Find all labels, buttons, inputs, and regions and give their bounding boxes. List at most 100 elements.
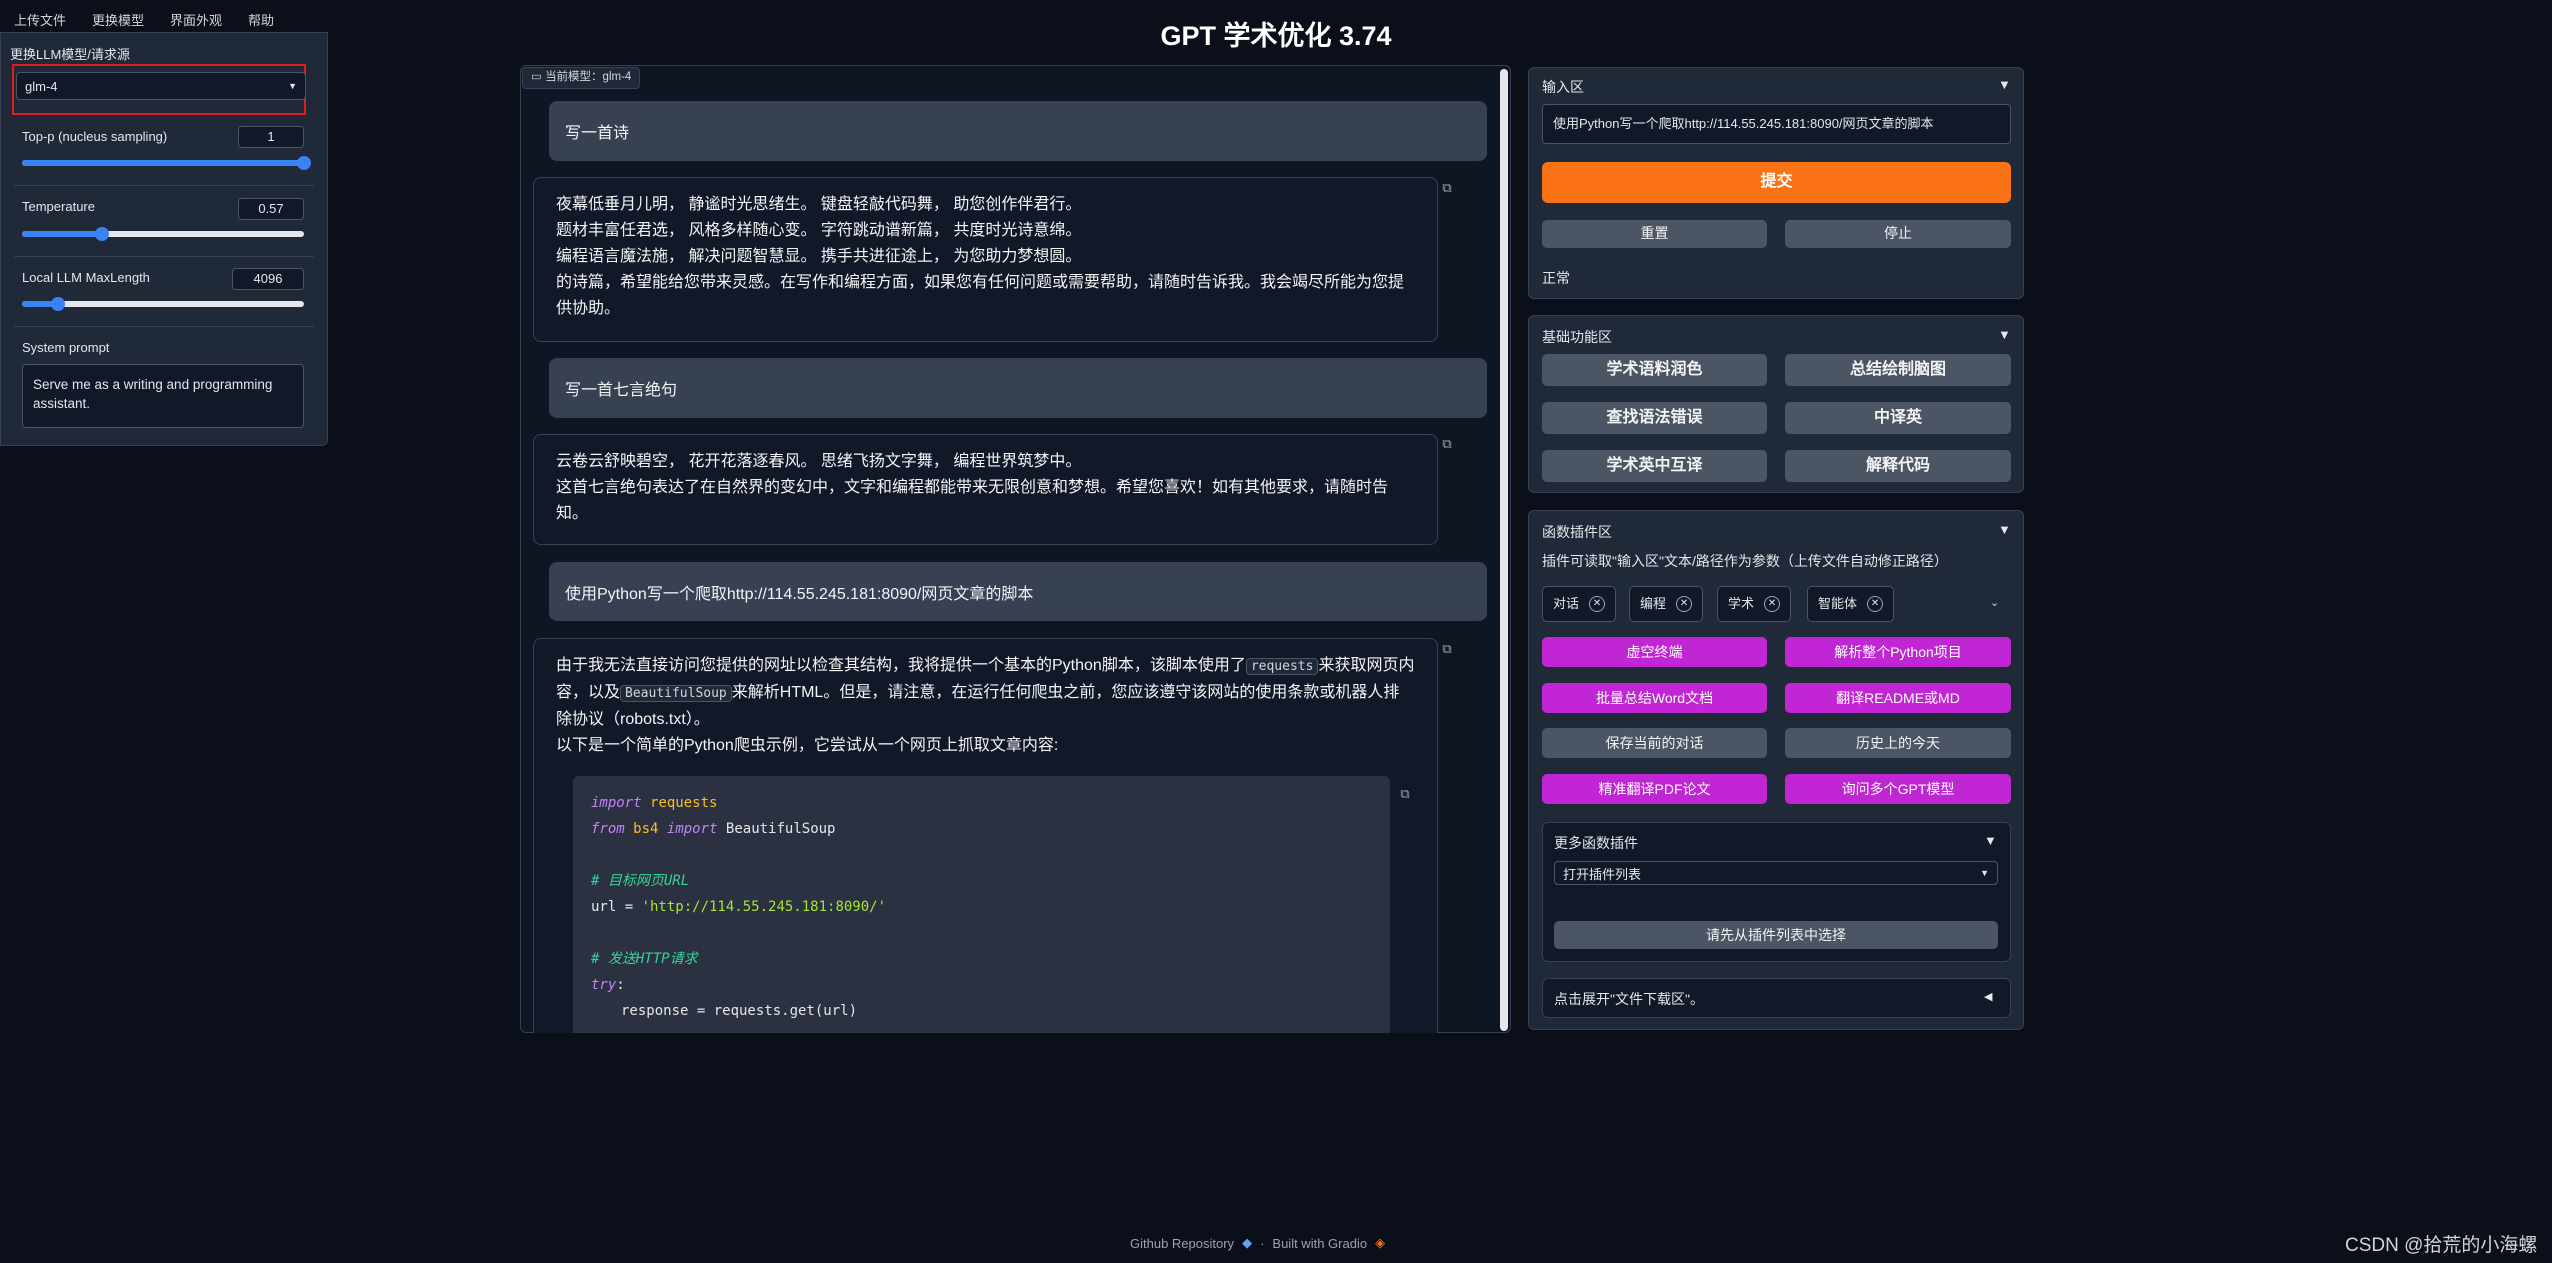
- plugin-button-readme[interactable]: 翻译README或MD: [1785, 683, 2011, 713]
- gradio-link[interactable]: Built with Gradio: [1272, 1236, 1367, 1251]
- download-area-label: 点击展开"文件下载区"。: [1554, 991, 1704, 1007]
- slider-thumb[interactable]: [297, 156, 311, 170]
- input-panel-title: 输入区: [1542, 79, 1584, 95]
- close-icon[interactable]: ✕: [1764, 596, 1781, 612]
- footer-separator: ·: [1260, 1235, 1265, 1251]
- bot-message: 云卷云舒映碧空， 花开花落逐春风。 思绪飞扬文字舞， 编程世界筑梦中。 这首七言…: [533, 434, 1438, 545]
- temperature-slider[interactable]: [22, 227, 304, 241]
- copy-icon[interactable]: ⧉: [1440, 642, 1454, 656]
- top-p-input[interactable]: 1: [238, 126, 304, 148]
- code-line: response = requests.get(url): [621, 1003, 858, 1019]
- bot-message-line: 题材丰富任君选， 风格多样随心变。 字符跳动谱新篇， 共度时光诗意绵。: [556, 222, 1082, 239]
- copy-icon[interactable]: ⧉: [1440, 181, 1454, 195]
- close-icon[interactable]: ✕: [1676, 596, 1693, 612]
- plugin-chip[interactable]: 编程 ✕: [1629, 586, 1704, 622]
- code-keyword: import: [666, 821, 718, 837]
- close-icon[interactable]: ✕: [1589, 596, 1606, 612]
- func-button-polish[interactable]: 学术语料润色: [1542, 354, 1767, 386]
- plugin-chip[interactable]: 智能体 ✕: [1807, 586, 1895, 622]
- menu-upload[interactable]: 上传文件: [14, 10, 66, 29]
- more-plugins-title: 更多函数插件: [1554, 835, 1638, 851]
- code-block: import requests from bs4 import Beautifu…: [573, 776, 1390, 1058]
- chevron-down-icon[interactable]: ⌄: [1990, 596, 1999, 609]
- top-p-slider[interactable]: [22, 156, 311, 170]
- choose-plugin-button[interactable]: 请先从插件列表中选择: [1554, 921, 1998, 949]
- submit-button[interactable]: 提交: [1542, 162, 2011, 203]
- func-button-academic-translate[interactable]: 学术英中互译: [1542, 450, 1767, 482]
- divider: [14, 256, 314, 257]
- bot-text: 由于我无法直接访问您提供的网址以检查其结构，我将提供一个基本的Python脚本，…: [556, 657, 1246, 674]
- plugin-list-value: 打开插件列表: [1563, 866, 1642, 882]
- code-text: BeautifulSoup: [725, 821, 836, 837]
- status-text: 正常: [1542, 270, 1570, 286]
- chip-label: 编程: [1640, 596, 1667, 611]
- chat-clip: [520, 1033, 1511, 1073]
- caret-down-icon: ▼: [288, 81, 297, 91]
- bot-message-line: 夜幕低垂月儿明， 静谧时光思绪生。 键盘轻敲代码舞， 助您创作伴君行。: [556, 196, 1082, 213]
- code-keyword: import: [591, 795, 642, 811]
- bot-message-paragraph: 以下是一个简单的Python爬虫示例，它尝试从一个网页上抓取文章内容:: [556, 737, 1059, 754]
- maxlength-input[interactable]: 4096: [232, 268, 304, 290]
- chip-label: 对话: [1553, 596, 1580, 611]
- collapse-icon[interactable]: ▼: [1984, 833, 1997, 848]
- code-line: import requests: [591, 790, 1372, 816]
- code-comment: # 发送HTTP请求: [591, 951, 698, 967]
- gradio-logo-icon: ◈: [1375, 1235, 1386, 1250]
- copy-icon[interactable]: ⧉: [1398, 787, 1412, 801]
- inline-code: BeautifulSoup: [620, 685, 732, 702]
- code-module: requests: [650, 795, 718, 811]
- func-button-mindmap[interactable]: 总结绘制脑图: [1785, 354, 2011, 386]
- model-select[interactable]: glm-4 ▼: [16, 72, 306, 100]
- github-link[interactable]: Github Repository: [1130, 1236, 1234, 1251]
- stop-button[interactable]: 停止: [1785, 220, 2011, 248]
- plugin-button-python-project[interactable]: 解析整个Python项目: [1785, 637, 2011, 667]
- divider: [14, 326, 314, 327]
- prompt-input[interactable]: 使用Python写一个爬取http://114.55.245.181:8090/…: [1542, 104, 2011, 144]
- github-icon: ◆: [1242, 1235, 1253, 1250]
- plugin-button-multi-gpt[interactable]: 询问多个GPT模型: [1785, 774, 2011, 804]
- collapse-icon[interactable]: ▼: [1998, 522, 2011, 537]
- bot-message-paragraph: 由于我无法直接访问您提供的网址以检查其结构，我将提供一个基本的Python脚本，…: [556, 653, 1415, 733]
- slider-thumb[interactable]: [51, 297, 66, 311]
- user-message: 写一首诗: [549, 101, 1487, 161]
- caret-down-icon: ▼: [1980, 868, 1989, 878]
- plugin-button-word-summary[interactable]: 批量总结Word文档: [1542, 683, 1767, 713]
- maxlength-slider[interactable]: [22, 297, 304, 311]
- menu-appearance[interactable]: 界面外观: [170, 10, 222, 29]
- plugin-button-save-chat[interactable]: 保存当前的对话: [1542, 728, 1767, 758]
- code-string: 'http://114.55.245.181:8090/': [641, 899, 887, 915]
- basic-functions-title: 基础功能区: [1542, 329, 1612, 345]
- system-prompt-input[interactable]: Serve me as a writing and programming as…: [22, 364, 304, 428]
- menu-change-model[interactable]: 更换模型: [92, 10, 144, 29]
- bot-message-line: 编程语言魔法施， 解决问题智慧显。 携手共进征途上， 为您助力梦想圆。: [556, 248, 1082, 265]
- plugin-button-today-history[interactable]: 历史上的今天: [1785, 728, 2011, 758]
- collapse-left-icon[interactable]: ◀: [1984, 990, 1992, 1003]
- temperature-input[interactable]: 0.57: [238, 198, 304, 220]
- func-button-explain-code[interactable]: 解释代码: [1785, 450, 2011, 482]
- chat-scrollbar[interactable]: [1500, 69, 1508, 1031]
- close-icon[interactable]: ✕: [1867, 596, 1884, 612]
- plugin-chip[interactable]: 对话 ✕: [1542, 586, 1617, 622]
- code-line: url = 'http://114.55.245.181:8090/': [591, 894, 1372, 920]
- menu-help[interactable]: 帮助: [248, 10, 274, 29]
- footer: Github Repository ◆ · Built with Gradio …: [1130, 1235, 1385, 1251]
- inline-code: requests: [1245, 658, 1319, 675]
- collapse-icon[interactable]: ▼: [1998, 327, 2011, 342]
- copy-icon[interactable]: ⧉: [1440, 437, 1454, 451]
- collapse-icon[interactable]: ▼: [1998, 77, 2011, 92]
- plugin-chip[interactable]: 学术 ✕: [1717, 586, 1792, 622]
- func-button-grammar[interactable]: 查找语法错误: [1542, 402, 1767, 434]
- plugin-button-terminal[interactable]: 虚空终端: [1542, 637, 1767, 667]
- plugin-button-pdf-translate[interactable]: 精准翻译PDF论文: [1542, 774, 1767, 804]
- system-prompt-label: System prompt: [22, 340, 110, 355]
- bot-message-line: 这首七言绝句表达了在自然界的变幻中，文字和编程都能带来无限创意和梦想。希望您喜欢…: [556, 479, 1389, 522]
- plugin-list-dropdown[interactable]: 打开插件列表 ▼: [1554, 861, 1998, 885]
- user-message-text: 写一首七言绝句: [565, 382, 678, 399]
- code-comment: # 目标网页URL: [591, 873, 690, 889]
- func-button-zh-en[interactable]: 中译英: [1785, 402, 2011, 434]
- code-keyword: try: [591, 977, 617, 993]
- model-select-value: glm-4: [25, 78, 58, 94]
- reset-button[interactable]: 重置: [1542, 220, 1767, 248]
